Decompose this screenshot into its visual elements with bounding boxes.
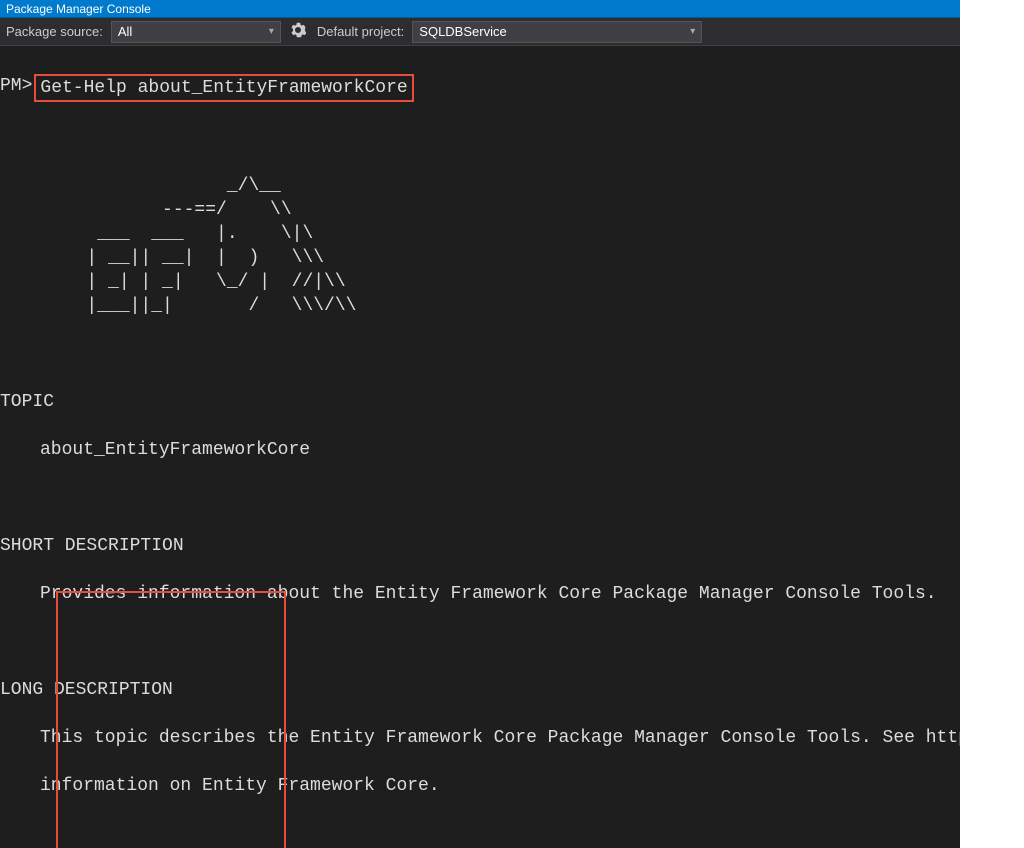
console-output[interactable]: PM>Get-Help about_EntityFrameworkCore _/… xyxy=(0,46,1024,848)
long-description-line: information on Entity Framework Core. xyxy=(0,774,1024,798)
gear-icon xyxy=(290,22,306,41)
long-description-heading: LONG DESCRIPTION xyxy=(0,678,1024,702)
ascii-art-logo: _/\__ ---==/ \\ ___ ___ |. \|\ | __|| __… xyxy=(0,174,1024,318)
long-description-line: This topic describes the Entity Framewor… xyxy=(0,726,1024,750)
settings-button[interactable] xyxy=(287,21,309,43)
right-margin xyxy=(960,0,1024,848)
package-source-value: All xyxy=(118,24,132,39)
package-source-label: Package source: xyxy=(4,24,105,39)
toolbar: Package source: All ▾ Default project: S… xyxy=(0,18,1024,46)
default-project-dropdown[interactable]: SQLDBService ▾ xyxy=(412,21,702,43)
chevron-down-icon: ▾ xyxy=(690,26,695,37)
short-description-heading: SHORT DESCRIPTION xyxy=(0,534,1024,558)
topic-heading: TOPIC xyxy=(0,390,1024,414)
titlebar: Package Manager Console xyxy=(0,0,1024,18)
short-description-text: Provides information about the Entity Fr… xyxy=(0,582,1024,606)
prompt-text: PM> xyxy=(0,74,32,102)
default-project-label: Default project: xyxy=(315,24,406,39)
default-project-value: SQLDBService xyxy=(419,24,506,39)
entered-command: Get-Help about_EntityFrameworkCore xyxy=(34,74,413,102)
topic-value: about_EntityFrameworkCore xyxy=(0,438,1024,462)
window-title: Package Manager Console xyxy=(6,2,151,16)
package-source-dropdown[interactable]: All ▾ xyxy=(111,21,281,43)
chevron-down-icon: ▾ xyxy=(269,26,274,37)
